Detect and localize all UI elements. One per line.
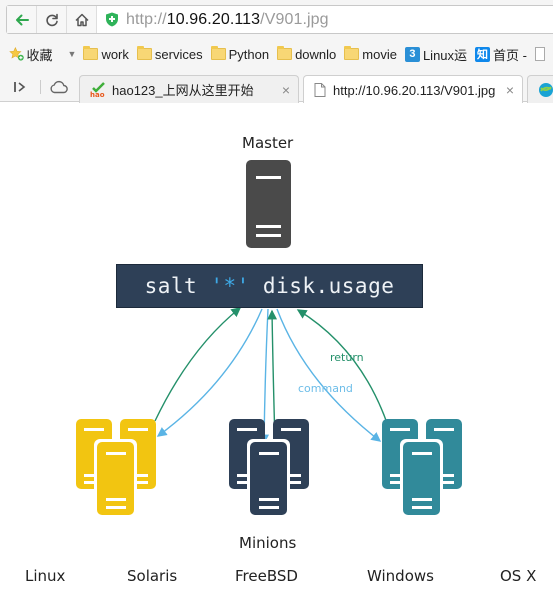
divider: [40, 80, 41, 94]
folder-icon: [136, 46, 152, 60]
close-tab-icon[interactable]: ×: [282, 82, 290, 98]
os-label-linux: Linux: [25, 567, 66, 585]
folder-icon: [344, 46, 360, 60]
folder-icon: [83, 46, 99, 60]
secure-shield-icon[interactable]: [105, 12, 119, 27]
url-input[interactable]: http://10.96.20.113/V901.jpg: [126, 11, 329, 29]
bookmark-linux[interactable]: 3 Linux运: [404, 45, 468, 64]
tab-v901-jpg[interactable]: http://10.96.20.113/V901.jpg ×: [303, 75, 523, 104]
bookmark-label: services: [154, 46, 203, 62]
tab-bar: hao hao123_上网从这里开始 × http://10.96.20.113…: [0, 72, 553, 104]
os-label-osx: OS X: [500, 567, 537, 585]
tab-china-mobile[interactable]: [527, 75, 553, 103]
bookmark-label: downlo: [295, 46, 337, 62]
tab-hao123[interactable]: hao hao123_上网从这里开始 ×: [79, 75, 299, 103]
sidebar-toggle-button[interactable]: [10, 78, 30, 96]
sidebar-toggle-icon: [14, 82, 26, 92]
page-icon: [535, 47, 545, 61]
cloud-button[interactable]: [49, 78, 69, 96]
page-icon: [314, 83, 326, 97]
diagram-graphics: [76, 160, 462, 517]
home-button[interactable]: [67, 6, 97, 33]
favorites-label: 收藏: [26, 47, 53, 63]
bookmark-label: movie: [362, 46, 397, 62]
reload-icon: [45, 13, 58, 26]
image-viewer: Master salt '*' disk.usage return comman…: [0, 103, 553, 607]
return-arrow-linux: [154, 307, 242, 422]
os-label-windows: Windows: [367, 567, 434, 585]
arrow-left-icon: [15, 14, 29, 25]
os-label-solaris: Solaris: [127, 567, 178, 585]
bookmark-label: 首页 -: [493, 47, 527, 63]
address-bar: http://10.96.20.113/V901.jpg: [6, 5, 553, 34]
reload-button[interactable]: [37, 6, 67, 33]
bookmark-label: Python: [228, 46, 270, 62]
chevron-down-icon[interactable]: ▼: [68, 49, 77, 59]
folder-icon: [277, 46, 293, 60]
bookmark-downlo[interactable]: downlo: [277, 46, 337, 62]
bookmark-overflow[interactable]: [535, 47, 545, 61]
home-icon: [74, 13, 89, 26]
close-tab-icon[interactable]: ×: [506, 82, 514, 98]
bookmark-services[interactable]: services: [136, 46, 203, 62]
bookmark-zhihu[interactable]: 知首页 -: [475, 45, 527, 64]
command-suffix: disk.usage: [249, 274, 395, 298]
minion-server-group-navy: [229, 419, 309, 517]
url-path: /V901.jpg: [260, 10, 329, 28]
svg-text:hao: hao: [90, 91, 105, 98]
folder-icon: [210, 46, 226, 60]
bookmark-python[interactable]: Python: [210, 46, 270, 62]
minions-label: Minions: [239, 534, 297, 552]
minion-server-group-teal: [382, 419, 462, 517]
hao123-icon: hao: [90, 81, 105, 98]
master-server-icon: [246, 160, 291, 248]
tab-label: hao123_上网从这里开始: [112, 83, 254, 98]
bookmark-movie[interactable]: movie: [344, 46, 397, 62]
command-target: '*': [210, 274, 250, 298]
return-arrow-windows: [296, 309, 388, 424]
china-mobile-icon: [539, 82, 553, 97]
browser-chrome: http://10.96.20.113/V901.jpg 收藏 ▼ work s…: [0, 0, 553, 104]
zhihu-icon: 知: [475, 46, 491, 62]
bookmark-work[interactable]: work: [83, 46, 129, 62]
favorites-menu[interactable]: 收藏: [27, 45, 53, 64]
site-3-icon: 3: [404, 46, 420, 62]
bookmark-label: work: [101, 46, 129, 62]
cloud-icon: [50, 80, 68, 94]
return-annotation: return: [330, 351, 364, 364]
url-scheme: http://: [126, 10, 167, 28]
minion-server-group-yellow: [76, 419, 156, 517]
command-arrow-solaris: [156, 308, 263, 437]
favorites-star-icon: [9, 46, 24, 61]
command-box: salt '*' disk.usage: [116, 264, 423, 308]
bookmark-label: Linux运: [422, 47, 468, 63]
os-label-freebsd: FreeBSD: [235, 567, 298, 585]
back-button[interactable]: [7, 6, 37, 33]
url-host: 10.96.20.113: [166, 10, 261, 28]
tab-label: http://10.96.20.113/V901.jpg: [333, 82, 496, 98]
bookmarks-bar: 收藏 ▼ work services Python downlo movie 3…: [0, 40, 553, 68]
command-prefix: salt: [144, 274, 211, 298]
command-annotation: command: [298, 382, 353, 395]
